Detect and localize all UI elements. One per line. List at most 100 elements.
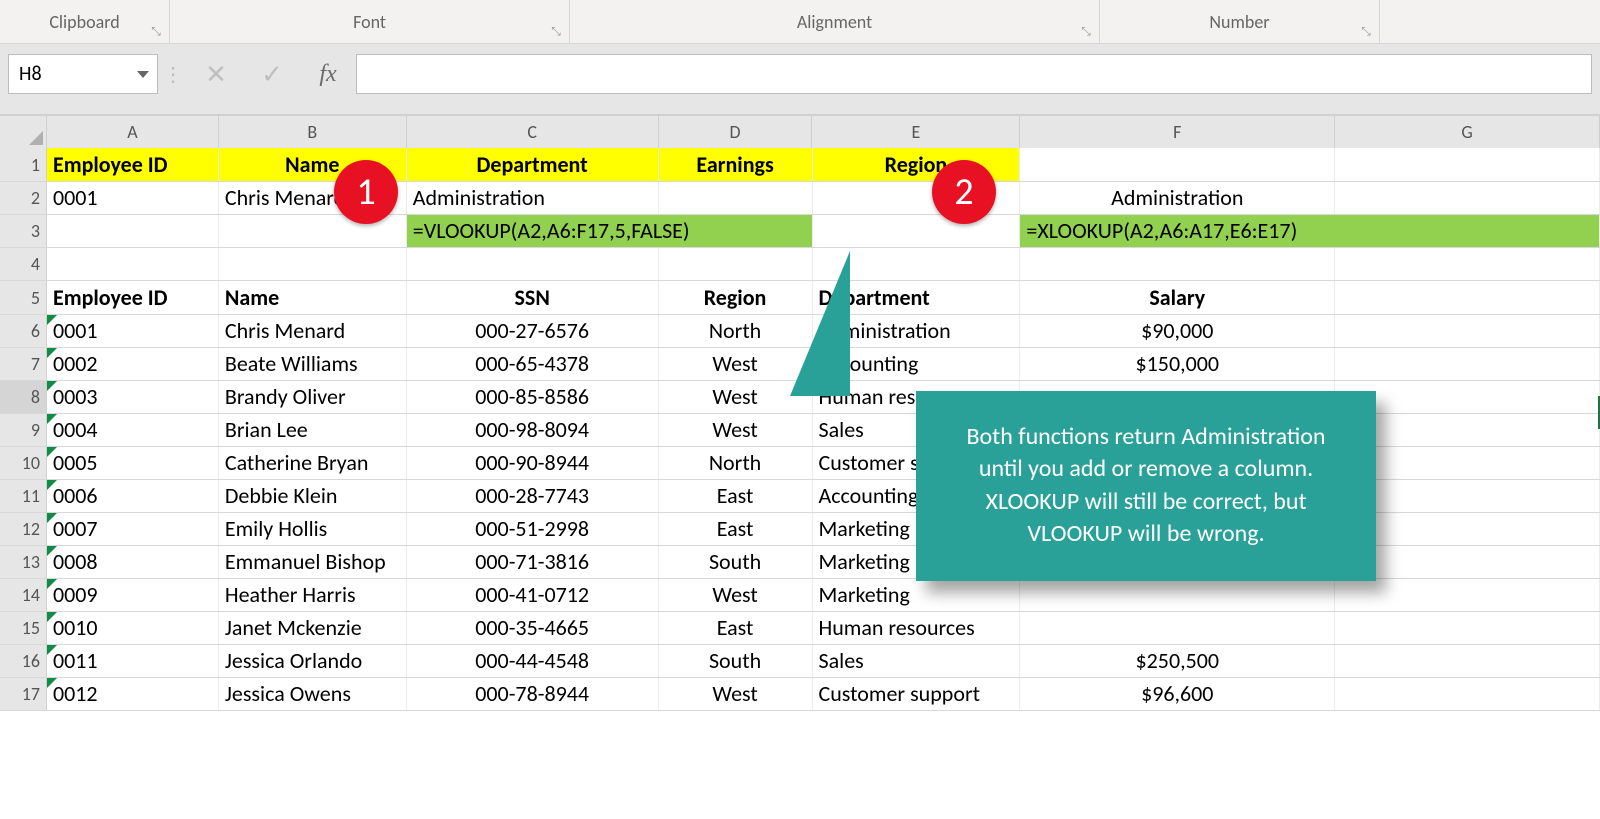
col-header-B[interactable]: B [219, 116, 407, 148]
cell-G17[interactable] [1335, 678, 1600, 710]
cell-B16[interactable]: Jessica Orlando [219, 645, 407, 677]
ribbon-group-alignment[interactable]: Alignment ⤡ [570, 0, 1100, 43]
cancel-icon[interactable]: ✕ [188, 54, 244, 94]
cell-D16[interactable]: South [659, 645, 813, 677]
cell-F15[interactable] [1020, 612, 1335, 644]
row-header[interactable]: 1 [0, 148, 47, 181]
row-header[interactable]: 12 [0, 513, 47, 545]
cell-C9[interactable]: 000-98-8094 [407, 414, 659, 446]
cell-B5[interactable]: Name [219, 281, 407, 314]
cell-A14[interactable]: 0009 [47, 579, 219, 611]
cell-A17[interactable]: 0012 [47, 678, 219, 710]
col-header-G[interactable]: G [1335, 116, 1600, 148]
cell-C15[interactable]: 000-35-4665 [407, 612, 659, 644]
cell-D12[interactable]: East [659, 513, 813, 545]
cell-G16[interactable] [1335, 645, 1600, 677]
cell-A12[interactable]: 0007 [47, 513, 219, 545]
cell-D14[interactable]: West [659, 579, 813, 611]
cell-D9[interactable]: West [659, 414, 813, 446]
row-header[interactable]: 16 [0, 645, 47, 677]
cell-D13[interactable]: South [659, 546, 813, 578]
cell-F1[interactable] [1020, 148, 1335, 181]
cell-C14[interactable]: 000-41-0712 [407, 579, 659, 611]
cell-C16[interactable]: 000-44-4548 [407, 645, 659, 677]
col-header-C[interactable]: C [407, 116, 659, 148]
cell-E14[interactable]: Marketing [813, 579, 1021, 611]
ribbon-group-clipboard[interactable]: Clipboard ⤡ [0, 0, 170, 43]
row-header[interactable]: 9 [0, 414, 47, 446]
cell-C4[interactable] [407, 248, 659, 280]
cell-D1[interactable]: Earnings [659, 148, 813, 181]
cell-F3[interactable]: =XLOOKUP(A2,A6:A17,E6:E17) [1020, 215, 1600, 247]
worksheet-grid[interactable]: 1 Employee ID Name Department Earnings R… [0, 148, 1600, 711]
cell-B4[interactable] [219, 248, 407, 280]
cell-A3[interactable] [47, 215, 219, 247]
cell-B7[interactable]: Beate Williams [219, 348, 407, 380]
col-header-A[interactable]: A [47, 116, 219, 148]
cell-E17[interactable]: Customer support [813, 678, 1021, 710]
cell-B17[interactable]: Jessica Owens [219, 678, 407, 710]
cell-B13[interactable]: Emmanuel Bishop [219, 546, 407, 578]
cell-A4[interactable] [47, 248, 219, 280]
cell-A10[interactable]: 0005 [47, 447, 219, 479]
row-header[interactable]: 15 [0, 612, 47, 644]
cell-G7[interactable] [1335, 348, 1600, 380]
cell-F17[interactable]: $96,600 [1020, 678, 1335, 710]
cell-C6[interactable]: 000-27-6576 [407, 315, 659, 347]
cell-G15[interactable] [1335, 612, 1600, 644]
dialog-launcher-icon[interactable]: ⤡ [149, 25, 163, 39]
name-box[interactable]: H8 [8, 54, 158, 94]
cell-E15[interactable]: Human resources [813, 612, 1021, 644]
cell-B8[interactable]: Brandy Oliver [219, 381, 407, 413]
row-header[interactable]: 2 [0, 182, 47, 214]
dialog-launcher-icon[interactable]: ⤡ [1359, 25, 1373, 39]
cell-G14[interactable] [1335, 579, 1600, 611]
cell-D11[interactable]: East [659, 480, 813, 512]
cell-F5[interactable]: Salary [1020, 281, 1335, 314]
cell-C10[interactable]: 000-90-8944 [407, 447, 659, 479]
cell-E16[interactable]: Sales [813, 645, 1021, 677]
chevron-down-icon[interactable] [137, 71, 149, 78]
row-header[interactable]: 6 [0, 315, 47, 347]
cell-D2[interactable] [659, 182, 813, 214]
cell-C13[interactable]: 000-71-3816 [407, 546, 659, 578]
cell-F7[interactable]: $150,000 [1020, 348, 1335, 380]
cell-A9[interactable]: 0004 [47, 414, 219, 446]
fx-icon[interactable]: fx [300, 54, 356, 94]
cell-G1[interactable] [1335, 148, 1600, 181]
cell-B6[interactable]: Chris Menard [219, 315, 407, 347]
cell-A7[interactable]: 0002 [47, 348, 219, 380]
cell-C8[interactable]: 000-85-8586 [407, 381, 659, 413]
row-header[interactable]: 4 [0, 248, 47, 280]
cell-A13[interactable]: 0008 [47, 546, 219, 578]
accept-icon[interactable]: ✓ [244, 54, 300, 94]
cell-F16[interactable]: $250,500 [1020, 645, 1335, 677]
cell-A5[interactable]: Employee ID [47, 281, 219, 314]
cell-B12[interactable]: Emily Hollis [219, 513, 407, 545]
ribbon-group-number[interactable]: Number ⤡ [1100, 0, 1380, 43]
row-header[interactable]: 10 [0, 447, 47, 479]
cell-A6[interactable]: 0001 [47, 315, 219, 347]
row-header[interactable]: 8 [0, 381, 47, 413]
dialog-launcher-icon[interactable]: ⤡ [1079, 25, 1093, 39]
cell-G6[interactable] [1335, 315, 1600, 347]
cell-A2[interactable]: 0001 [47, 182, 219, 214]
row-header[interactable]: 5 [0, 281, 47, 314]
cell-G2[interactable] [1335, 182, 1600, 214]
row-header[interactable]: 11 [0, 480, 47, 512]
col-header-E[interactable]: E [812, 116, 1020, 148]
cell-F4[interactable] [1020, 248, 1335, 280]
cell-A16[interactable]: 0011 [47, 645, 219, 677]
col-header-F[interactable]: F [1020, 116, 1335, 148]
cell-B11[interactable]: Debbie Klein [219, 480, 407, 512]
ribbon-group-font[interactable]: Font ⤡ [170, 0, 570, 43]
cell-F6[interactable]: $90,000 [1020, 315, 1335, 347]
cell-F2[interactable]: Administration [1020, 182, 1335, 214]
cell-C5[interactable]: SSN [407, 281, 659, 314]
cell-B15[interactable]: Janet Mckenzie [219, 612, 407, 644]
cell-C11[interactable]: 000-28-7743 [407, 480, 659, 512]
cell-A11[interactable]: 0006 [47, 480, 219, 512]
row-header[interactable]: 14 [0, 579, 47, 611]
cell-B14[interactable]: Heather Harris [219, 579, 407, 611]
row-header[interactable]: 13 [0, 546, 47, 578]
